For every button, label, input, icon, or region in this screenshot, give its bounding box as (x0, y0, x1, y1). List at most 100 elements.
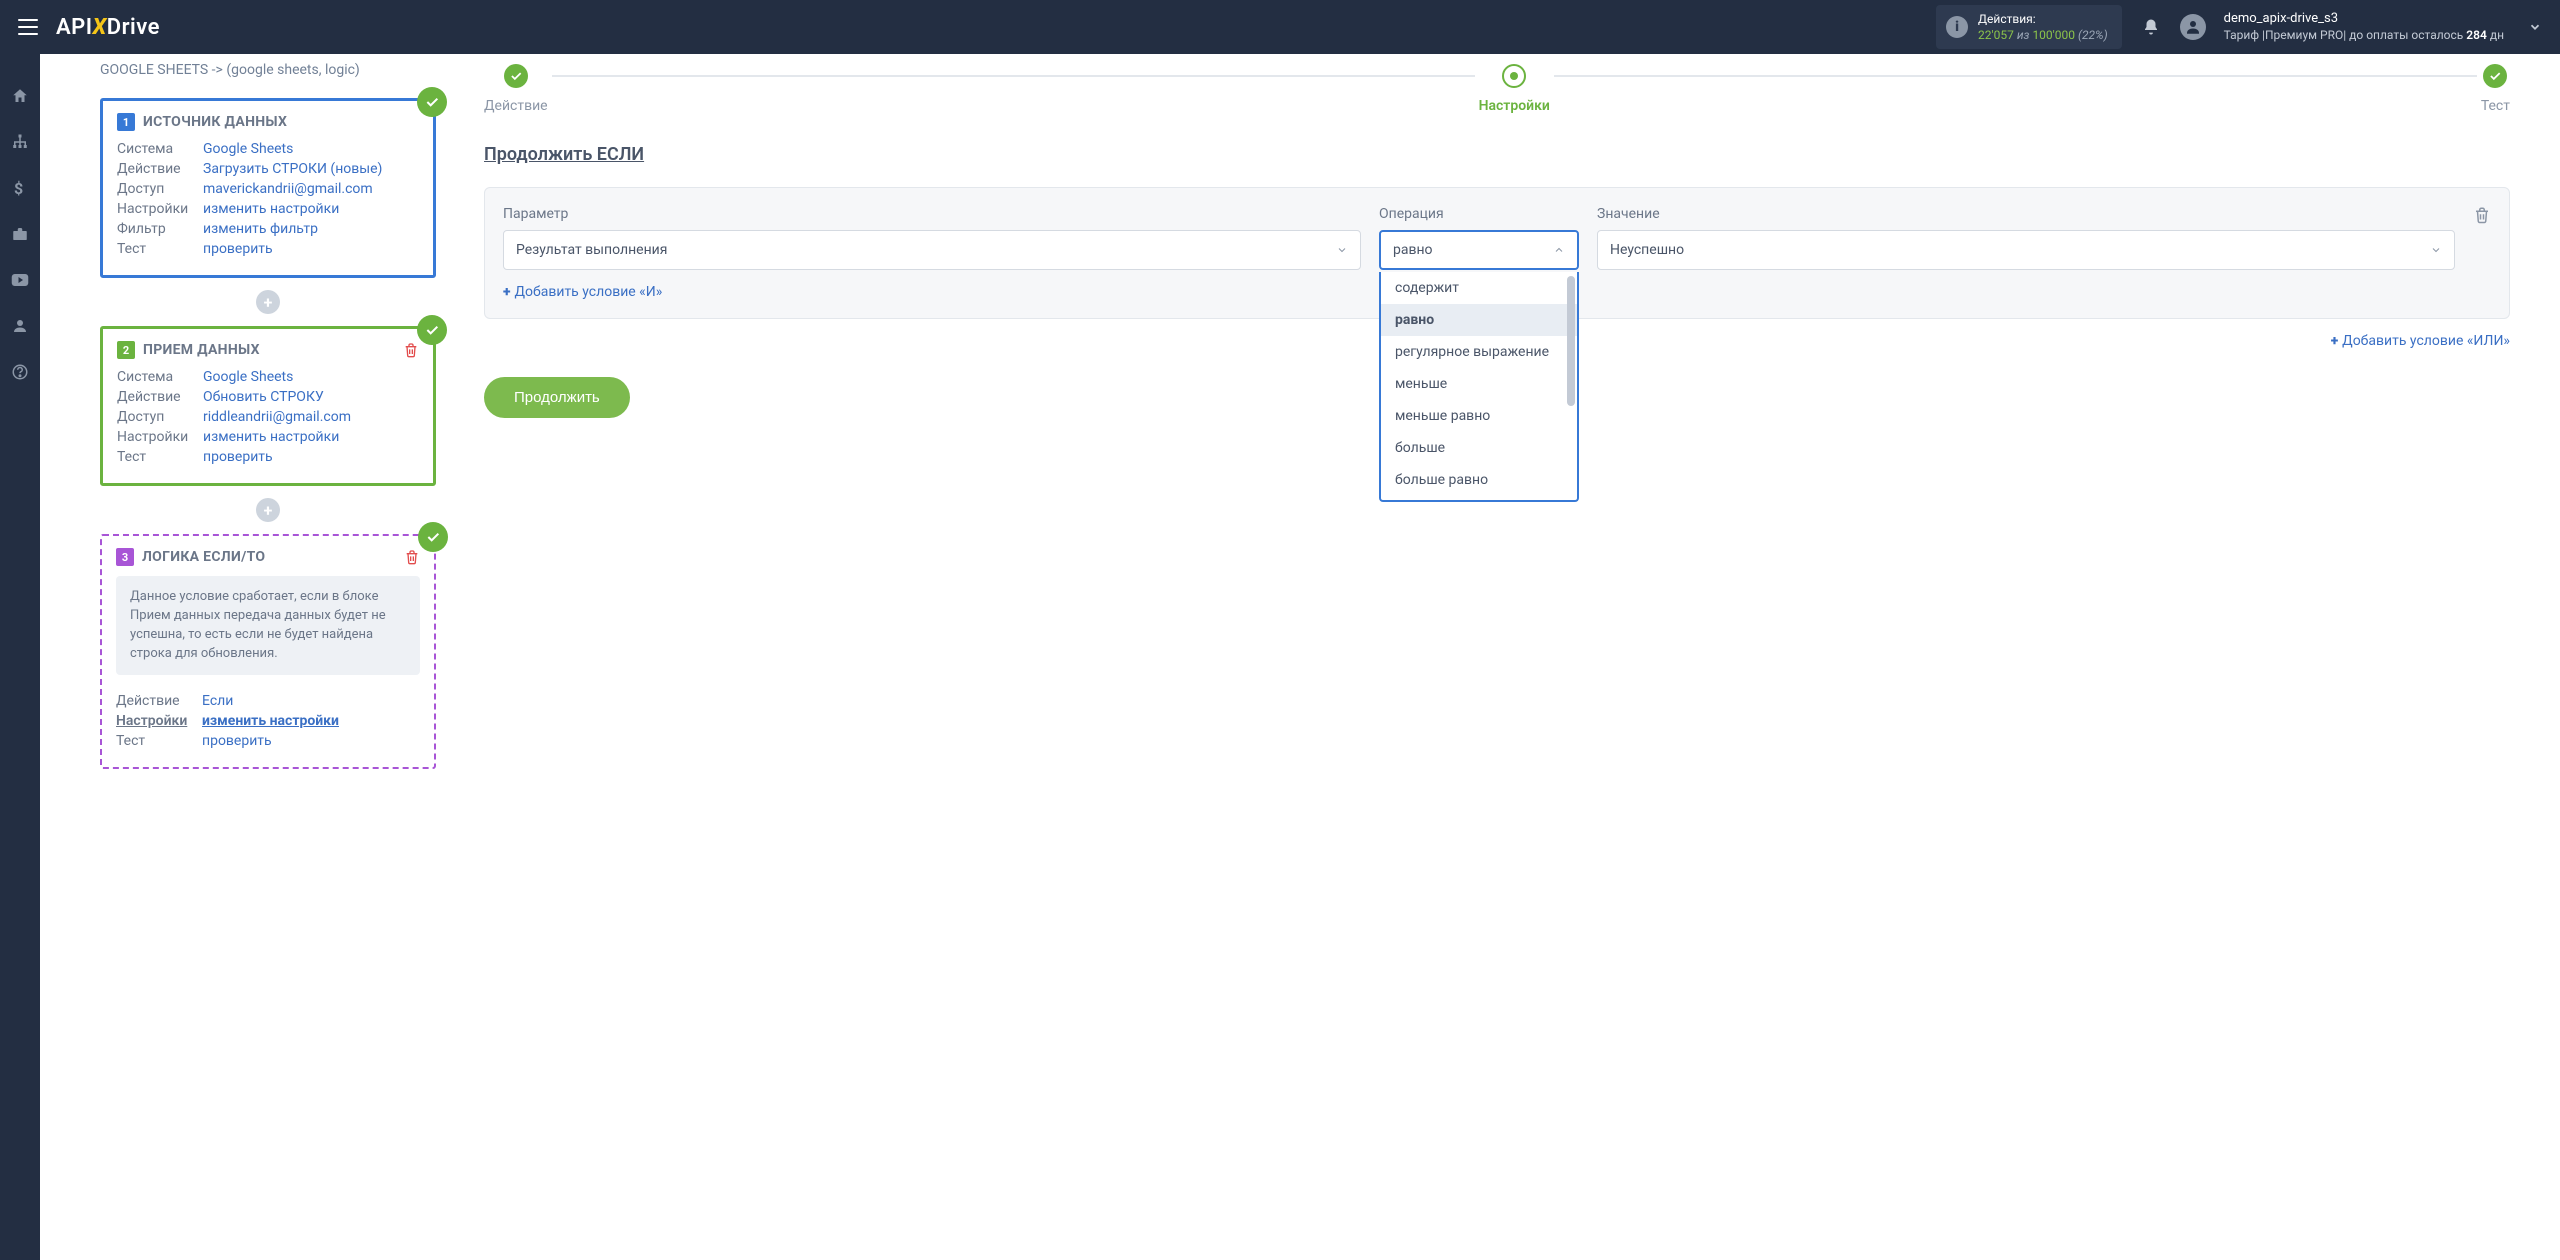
dropdown-option[interactable]: регулярное выражение (1381, 336, 1577, 368)
row-value-link[interactable]: изменить фильтр (203, 221, 318, 237)
value-column: Значение Неуспешно (1597, 206, 2455, 270)
row-value-link[interactable]: проверить (203, 449, 273, 465)
chevron-down-icon (1336, 244, 1348, 256)
add-step-button[interactable]: + (256, 498, 280, 522)
scrollbar[interactable] (1567, 276, 1575, 406)
svg-text:$: $ (14, 179, 23, 197)
step-number: 1 (117, 113, 135, 131)
home-icon[interactable] (10, 86, 30, 106)
row-value-link[interactable]: проверить (202, 733, 272, 749)
add-step-button[interactable]: + (256, 290, 280, 314)
card-row: ДействиеЗагрузить СТРОКИ (новые) (117, 161, 419, 177)
info-icon: i (1946, 16, 1968, 38)
card-row: Доступmaverickandrii@gmail.com (117, 181, 419, 197)
dropdown-option[interactable]: равно (1381, 304, 1577, 336)
step-settings[interactable]: Настройки (1479, 64, 1550, 114)
dropdown-option[interactable]: содержит (1381, 272, 1577, 304)
dropdown-option[interactable]: пустое (1381, 496, 1577, 502)
usage-counter[interactable]: i Действия: 22'057 из 100'000 (22%) (1936, 5, 2122, 49)
notice-text: Данное условие сработает, если в блоке П… (116, 576, 420, 675)
card-row: Настройкиизменить настройки (116, 713, 420, 729)
connections-icon[interactable] (10, 132, 30, 152)
add-and-condition[interactable]: + Добавить условие «И» (503, 284, 662, 300)
row-key: Система (117, 369, 203, 385)
card-row: Настройкиизменить настройки (117, 429, 419, 445)
step-number: 2 (117, 341, 135, 359)
user-block[interactable]: demo_apix-drive_s3 Тариф |Премиум PRO| д… (2224, 11, 2504, 43)
user-icon[interactable] (10, 316, 30, 336)
dollar-icon[interactable]: $ (10, 178, 30, 198)
card-row: Тестпроверить (117, 449, 419, 465)
row-value-link[interactable]: Обновить СТРОКУ (203, 389, 324, 405)
row-value-link[interactable]: riddleandrii@gmail.com (203, 409, 351, 425)
operation-column: Операция равно содержитравнорегулярное в… (1379, 206, 1579, 270)
dropdown-option[interactable]: меньше (1381, 368, 1577, 400)
row-value-link[interactable]: изменить настройки (203, 201, 339, 217)
card-title: ИСТОЧНИК ДАННЫХ (143, 114, 287, 130)
operation-dropdown[interactable]: содержитравнорегулярное выражениеменьшем… (1379, 272, 1579, 502)
continue-button[interactable]: Продолжить (484, 377, 630, 418)
step-action[interactable]: Действие (484, 64, 548, 114)
youtube-icon[interactable] (10, 270, 30, 290)
chevron-up-icon (1553, 244, 1565, 256)
row-key: Фильтр (117, 221, 203, 237)
usage-text: Действия: 22'057 из 100'000 (22%) (1978, 11, 2108, 43)
card-data-source: 1 ИСТОЧНИК ДАННЫХ СистемаGoogle SheetsДе… (100, 98, 436, 278)
topbar: APIXDrive i Действия: 22'057 из 100'000 … (0, 0, 2560, 54)
trash-icon[interactable] (403, 342, 419, 358)
row-value-link[interactable]: изменить настройки (202, 713, 339, 729)
operation-select[interactable]: равно (1379, 230, 1579, 270)
card-title: ЛОГИКА ЕСЛИ/ТО (142, 549, 265, 565)
row-value-link[interactable]: Google Sheets (203, 369, 293, 385)
help-icon[interactable] (10, 362, 30, 382)
step-test[interactable]: Тест (2481, 64, 2510, 114)
step-number: 3 (116, 548, 134, 566)
row-value-link[interactable]: Google Sheets (203, 141, 293, 157)
card-row: Доступriddleandrii@gmail.com (117, 409, 419, 425)
add-or-condition[interactable]: + Добавить условие «ИЛИ» (2331, 333, 2510, 349)
dropdown-option[interactable]: больше равно (1381, 464, 1577, 496)
card-data-receive: 2 ПРИЕМ ДАННЫХ СистемаGoogle SheetsДейст… (100, 326, 436, 486)
check-icon (418, 522, 448, 552)
logo[interactable]: APIXDrive (56, 15, 160, 40)
row-key: Доступ (117, 409, 203, 425)
row-value-link[interactable]: Если (202, 693, 233, 709)
check-icon (417, 87, 447, 117)
row-value-link[interactable]: изменить настройки (203, 429, 339, 445)
progress-steps: Действие Настройки Тест (484, 64, 2510, 114)
row-key: Настройки (116, 713, 202, 729)
side-panel: GOOGLE SHEETS -> (google sheets, logic) … (40, 54, 460, 1260)
briefcase-icon[interactable] (10, 224, 30, 244)
card-row: СистемаGoogle Sheets (117, 141, 419, 157)
dropdown-option[interactable]: больше (1381, 432, 1577, 464)
main-panel: Действие Настройки Тест Продолжить ЕСЛИ … (460, 54, 2560, 1260)
menu-toggle[interactable] (18, 19, 38, 35)
iconbar: $ (0, 54, 40, 1260)
card-row: Фильтризменить фильтр (117, 221, 419, 237)
row-key: Тест (116, 733, 202, 749)
row-value-link[interactable]: maverickandrii@gmail.com (203, 181, 373, 197)
chevron-down-icon (2430, 244, 2442, 256)
row-value-link[interactable]: проверить (203, 241, 273, 257)
trash-icon[interactable] (2473, 206, 2491, 234)
row-key: Тест (117, 241, 203, 257)
trash-icon[interactable] (404, 549, 420, 565)
dropdown-option[interactable]: меньше равно (1381, 400, 1577, 432)
conditions-box: Параметр Результат выполнения Операция р… (484, 187, 2510, 319)
param-column: Параметр Результат выполнения (503, 206, 1361, 270)
avatar-icon[interactable] (2180, 14, 2206, 40)
row-key: Система (117, 141, 203, 157)
breadcrumb: GOOGLE SHEETS -> (google sheets, logic) (100, 62, 436, 78)
row-key: Действие (117, 161, 203, 177)
check-icon (417, 315, 447, 345)
row-key: Тест (117, 449, 203, 465)
value-select[interactable]: Неуспешно (1597, 230, 2455, 270)
row-key: Действие (116, 693, 202, 709)
row-key: Настройки (117, 429, 203, 445)
card-row: Настройкиизменить настройки (117, 201, 419, 217)
row-key: Доступ (117, 181, 203, 197)
param-select[interactable]: Результат выполнения (503, 230, 1361, 270)
bell-icon[interactable] (2140, 16, 2162, 38)
row-value-link[interactable]: Загрузить СТРОКИ (новые) (203, 161, 382, 177)
chevron-down-icon[interactable] (2528, 20, 2542, 34)
